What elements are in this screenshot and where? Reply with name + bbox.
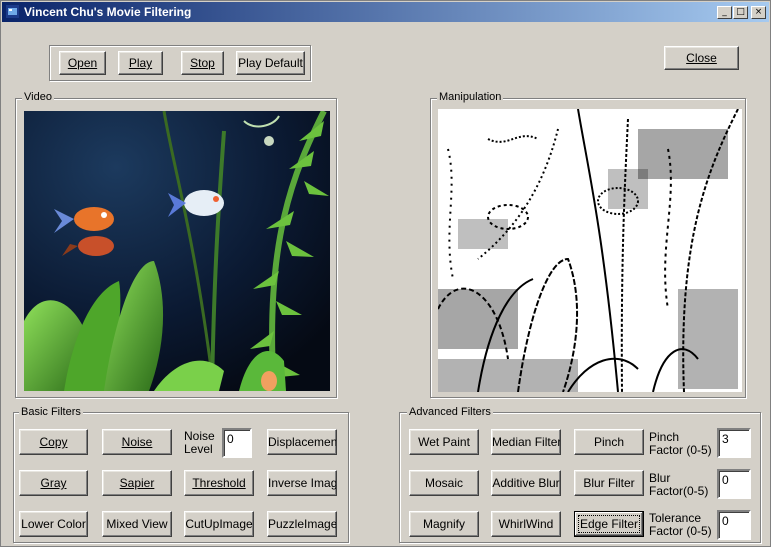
- stop-label: Stop: [190, 56, 215, 70]
- cut-up-image-label: CutUpImage: [185, 517, 253, 531]
- additive-blur-label: Additive Blur: [492, 476, 560, 490]
- main-window: Vincent Chu's Movie Filtering _ □ × Open…: [0, 0, 771, 547]
- maximize-icon: □: [736, 7, 745, 17]
- whirlwind-button[interactable]: WhirlWind: [491, 511, 561, 537]
- copy-label: Copy: [39, 435, 68, 449]
- copy-button[interactable]: Copy: [19, 429, 88, 455]
- threshold-button[interactable]: Threshold: [184, 470, 254, 496]
- threshold-label: Threshold: [192, 476, 246, 490]
- play-default-button[interactable]: Play Default: [236, 51, 305, 75]
- video-frame: [24, 111, 330, 391]
- stop-button[interactable]: Stop: [181, 51, 224, 75]
- whirlwind-label: WhirlWind: [498, 517, 554, 531]
- puzzle-image-button[interactable]: PuzzleImage: [267, 511, 337, 537]
- advanced-filters-label: Advanced Filters: [407, 406, 493, 419]
- blur-filter-button[interactable]: Blur Filter: [574, 470, 644, 496]
- open-button[interactable]: Open: [59, 51, 106, 75]
- minimize-icon: _: [722, 7, 727, 17]
- pinch-factor-label: Pinch Factor (0-5): [649, 430, 712, 457]
- displacement-label: Displacement: [268, 435, 337, 449]
- cut-up-image-button[interactable]: CutUpImage: [184, 511, 254, 537]
- inverse-image-button[interactable]: Inverse Image: [267, 470, 337, 496]
- basic-filters-label: Basic Filters: [19, 406, 83, 419]
- edge-filter-button[interactable]: Edge Filter: [574, 511, 644, 537]
- edge-filter-label: Edge Filter: [579, 517, 639, 531]
- gray-label: Gray: [40, 476, 67, 490]
- close-label: Close: [686, 51, 717, 65]
- noise-button[interactable]: Noise: [102, 429, 172, 455]
- gray-button[interactable]: Gray: [19, 470, 88, 496]
- blur-factor-label: Blur Factor(0-5): [649, 471, 709, 498]
- noise-level-label: Noise Level: [184, 429, 215, 456]
- magnify-label: Magnify: [422, 517, 466, 531]
- puzzle-image-label: PuzzleImage: [268, 517, 337, 531]
- sapier-label: Sapier: [119, 476, 155, 490]
- tolerance-factor-label: Tolerance Factor (0-5): [649, 511, 712, 538]
- aquarium-video-image: [24, 111, 330, 391]
- inverse-image-label: Inverse Image: [268, 476, 337, 490]
- displacement-button[interactable]: Displacement: [267, 429, 337, 455]
- manipulation-group-label: Manipulation: [437, 91, 504, 104]
- pinch-factor-input[interactable]: 3: [717, 428, 751, 458]
- lower-color-label: Lower Color: [21, 517, 86, 531]
- blur-filter-label: Blur Filter: [583, 476, 635, 490]
- magnify-button[interactable]: Magnify: [409, 511, 479, 537]
- pinch-label: Pinch: [593, 435, 625, 449]
- pinch-button[interactable]: Pinch: [574, 429, 644, 455]
- tolerance-factor-input[interactable]: 0: [717, 510, 751, 540]
- mixed-view-button[interactable]: Mixed View: [102, 511, 172, 537]
- wet-paint-label: Wet Paint: [418, 435, 470, 449]
- sapier-button[interactable]: Sapier: [102, 470, 172, 496]
- play-button[interactable]: Play: [118, 51, 163, 75]
- mosaic-button[interactable]: Mosaic: [409, 470, 479, 496]
- blur-factor-input[interactable]: 0: [717, 469, 751, 499]
- manipulation-frame: [438, 109, 742, 392]
- app-icon: [6, 5, 19, 18]
- video-group-label: Video: [22, 91, 54, 104]
- close-icon: ×: [754, 7, 763, 17]
- mosaic-label: Mosaic: [424, 476, 463, 490]
- maximize-button[interactable]: □: [733, 6, 748, 19]
- mixed-view-label: Mixed View: [106, 517, 168, 531]
- additive-blur-button[interactable]: Additive Blur: [491, 470, 561, 496]
- noise-level-input[interactable]: 0: [222, 428, 252, 458]
- wet-paint-button[interactable]: Wet Paint: [409, 429, 479, 455]
- window-title: Vincent Chu's Movie Filtering: [24, 5, 192, 19]
- close-button[interactable]: Close: [664, 46, 739, 70]
- median-filter-button[interactable]: Median Filter: [491, 429, 561, 455]
- edge-filter-output-image: [438, 109, 742, 392]
- minimize-button[interactable]: _: [717, 6, 732, 19]
- median-filter-label: Median Filter: [492, 435, 561, 449]
- lower-color-button[interactable]: Lower Color: [19, 511, 88, 537]
- play-default-label: Play Default: [238, 56, 303, 70]
- open-label: Open: [67, 56, 98, 70]
- close-window-button[interactable]: ×: [751, 6, 766, 19]
- play-label: Play: [128, 56, 153, 70]
- noise-label: Noise: [121, 435, 153, 449]
- title-bar[interactable]: Vincent Chu's Movie Filtering _ □ ×: [2, 2, 769, 22]
